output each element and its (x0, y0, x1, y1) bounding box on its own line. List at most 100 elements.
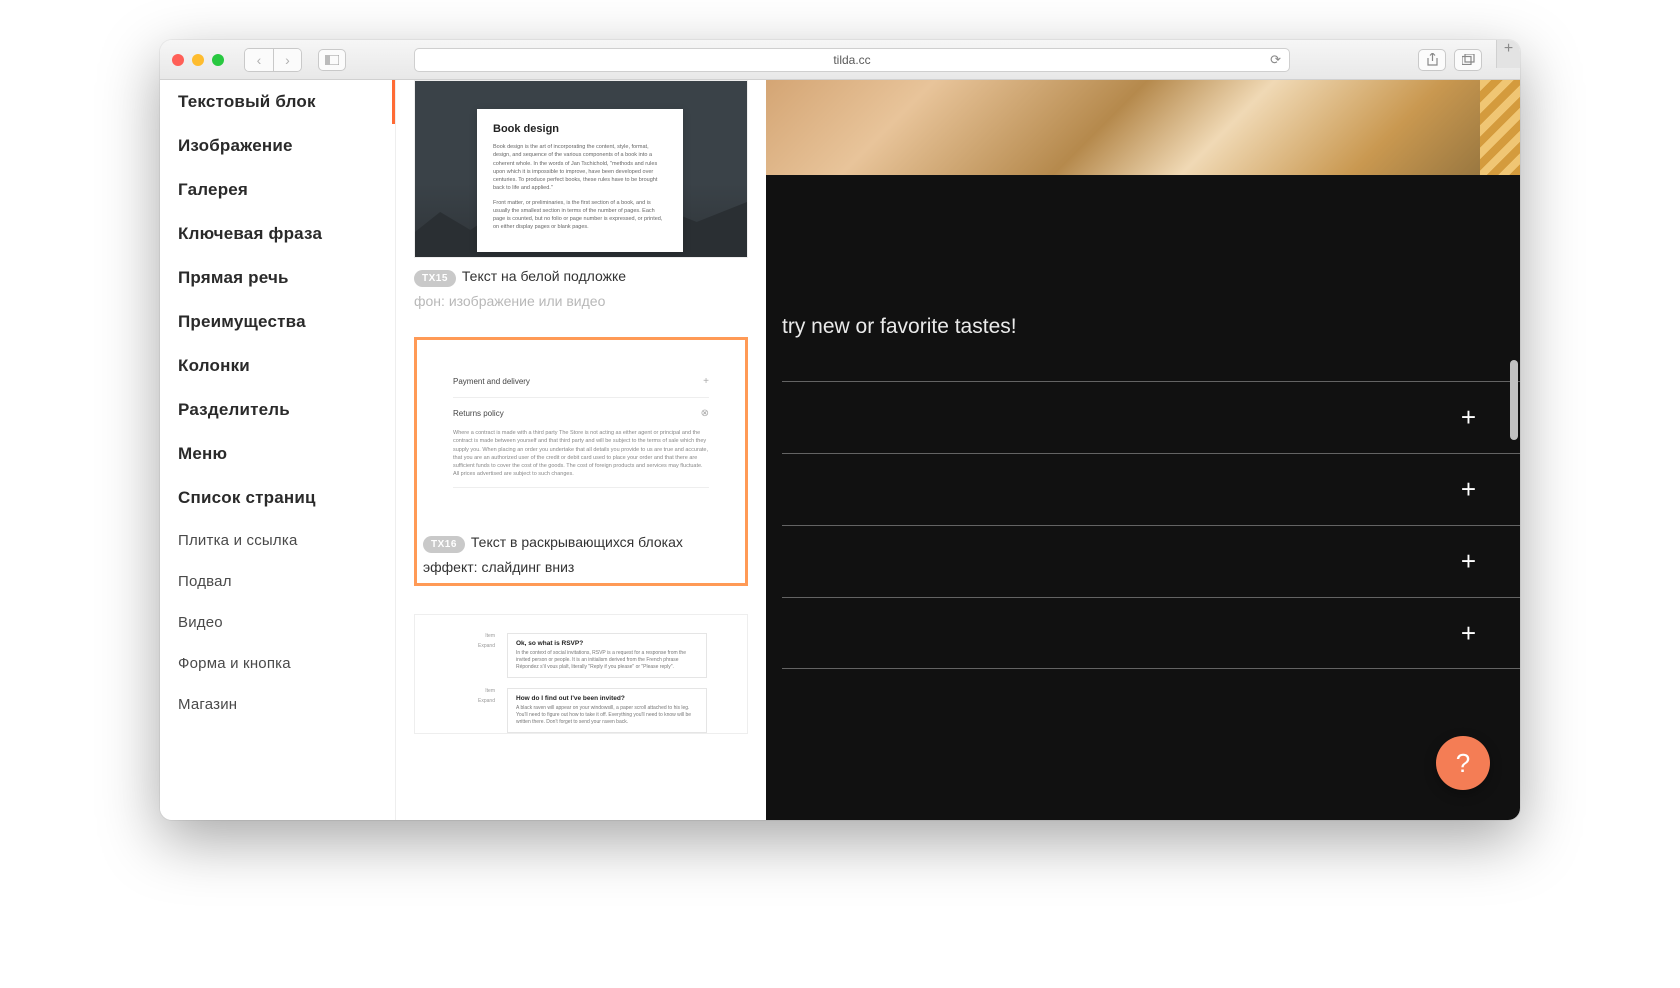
faq-box: How do I find out I've been invited? A b… (507, 688, 707, 733)
plus-icon: + (703, 376, 709, 387)
sidebar-item-direct-speech[interactable]: Прямая речь (160, 256, 395, 300)
maximize-window-button[interactable] (212, 54, 224, 66)
sidebar-item-gallery[interactable]: Галерея (160, 168, 395, 212)
faq-question: Ok, so what is RSVP? (516, 640, 698, 647)
block-label-tx16: TX16 Текст в раскрывающихся блоках эффек… (419, 534, 743, 581)
block-subtitle: эффект: слайдинг вниз (423, 559, 574, 575)
accordion-row: Payment and delivery + (453, 370, 709, 393)
card-paragraph: Book design is the art of incorporating … (493, 143, 667, 193)
faq-label: Expand (478, 643, 495, 649)
block-label-tx15: TX15 Текст на белой подложке фон: изобра… (414, 268, 748, 309)
page-content: try new or favorite tastes! + + + + (766, 175, 1520, 820)
accordion-line[interactable]: + (782, 525, 1520, 597)
hero-stripe (1480, 80, 1520, 175)
sidebar-item-label: Галерея (178, 180, 248, 199)
sidebar-item-label: Форма и кнопка (178, 655, 291, 672)
sidebar-item-video[interactable]: Видео (160, 602, 395, 643)
tagline: try new or favorite tastes! (782, 315, 1520, 339)
browser-window: ‹ › tilda.cc ⟳ + Текстовый блок Изображе… (160, 40, 1520, 820)
minimize-window-button[interactable] (192, 54, 204, 66)
sidebar-item-footer[interactable]: Подвал (160, 561, 395, 602)
page-preview: try new or favorite tastes! + + + + ? (766, 80, 1520, 820)
card-paragraph: Front matter, or preliminaries, is the f… (493, 199, 667, 232)
block-thumb-tx16: Payment and delivery + Returns policy ⊗ … (419, 342, 743, 528)
sidebar-item-label: Колонки (178, 356, 250, 375)
block-code-badge: TX16 (423, 536, 465, 553)
blocks-panel[interactable]: Book design Book design is the art of in… (396, 80, 766, 820)
back-button[interactable]: ‹ (245, 49, 273, 71)
faq-question: How do I find out I've been invited? (516, 695, 698, 702)
sidebar-item-form-button[interactable]: Форма и кнопка (160, 643, 395, 684)
sidebar-item-label: Преимущества (178, 312, 306, 331)
sidebar-item-text-block[interactable]: Текстовый блок (160, 80, 395, 124)
block-thumb-tx17[interactable]: Item Expand Ok, so what is RSVP? In the … (414, 614, 748, 734)
faq-answer: A black raven will appear on your window… (516, 705, 698, 726)
sidebar-item-label: Видео (178, 614, 223, 631)
sidebar-item-key-phrase[interactable]: Ключевая фраза (160, 212, 395, 256)
viewport: Текстовый блок Изображение Галерея Ключе… (160, 80, 1520, 820)
sidebar-item-label: Плитка и ссылка (178, 532, 298, 549)
plus-icon: + (1461, 474, 1476, 505)
sidebar-item-store[interactable]: Магазин (160, 684, 395, 725)
url-bar[interactable]: tilda.cc ⟳ (414, 48, 1290, 72)
accordion-body: Where a contract is made with a third pa… (453, 425, 709, 488)
url-text: tilda.cc (833, 53, 870, 67)
accordion-row-label: Returns policy (453, 409, 504, 418)
plus-icon: + (1461, 546, 1476, 577)
block-code-badge: TX15 (414, 270, 456, 287)
accordion-row-label: Payment and delivery (453, 377, 530, 386)
accordion-line[interactable]: + (782, 381, 1520, 453)
sidebar-item-image[interactable]: Изображение (160, 124, 395, 168)
help-button[interactable]: ? (1436, 736, 1490, 790)
sidebar-item-label: Ключевая фраза (178, 224, 322, 243)
sidebar-item-features[interactable]: Преимущества (160, 300, 395, 344)
toolbar-actions (1418, 49, 1482, 71)
scrollbar-thumb[interactable] (1510, 360, 1518, 440)
sidebar-item-label: Разделитель (178, 400, 290, 419)
block-title: Текст в раскрывающихся блоках (471, 534, 683, 550)
faq-left-labels: Item Expand (455, 688, 495, 733)
faq-left-labels: Item Expand (455, 633, 495, 678)
faq-answer: In the context of social invitations, RS… (516, 650, 698, 671)
window-controls (172, 54, 224, 66)
sidebar-item-label: Меню (178, 444, 227, 463)
new-tab-button[interactable]: + (1496, 40, 1520, 68)
divider (453, 397, 709, 398)
sidebar-item-tile-link[interactable]: Плитка и ссылка (160, 520, 395, 561)
faq-label: Expand (478, 698, 495, 704)
close-window-button[interactable] (172, 54, 184, 66)
plus-icon: + (1461, 402, 1476, 433)
sidebar-item-divider[interactable]: Разделитель (160, 388, 395, 432)
block-title: Текст на белой подложке (462, 268, 626, 284)
faq-item: Item Expand How do I find out I've been … (455, 688, 707, 733)
sidebar-item-label: Список страниц (178, 488, 316, 507)
accordion-row: Returns policy ⊗ (453, 402, 709, 425)
block-tx16-selected[interactable]: Payment and delivery + Returns policy ⊗ … (414, 337, 748, 586)
block-subtitle: фон: изображение или видео (414, 293, 605, 309)
accordion-line[interactable]: + (782, 453, 1520, 525)
share-button[interactable] (1418, 49, 1446, 71)
faq-box: Ok, so what is RSVP? In the context of s… (507, 633, 707, 678)
sidebar-item-columns[interactable]: Колонки (160, 344, 395, 388)
card-title: Book design (493, 123, 667, 135)
sidebar-item-label: Прямая речь (178, 268, 289, 287)
faq-label: Item (485, 633, 495, 639)
block-thumb-tx15[interactable]: Book design Book design is the art of in… (414, 80, 748, 258)
accordion-line[interactable]: + (782, 597, 1520, 669)
white-card: Book design Book design is the art of in… (477, 109, 683, 252)
reload-icon[interactable]: ⟳ (1270, 52, 1281, 68)
sidebar-item-label: Изображение (178, 136, 293, 155)
close-icon: ⊗ (701, 408, 709, 419)
tabs-button[interactable] (1454, 49, 1482, 71)
sidebar-item-label: Текстовый блок (178, 92, 316, 111)
help-icon: ? (1456, 748, 1470, 779)
category-sidebar: Текстовый блок Изображение Галерея Ключе… (160, 80, 396, 820)
faq-label: Item (485, 688, 495, 694)
sidebar-item-menu[interactable]: Меню (160, 432, 395, 476)
sidebar-item-page-list[interactable]: Список страниц (160, 476, 395, 520)
sidebar-item-label: Магазин (178, 696, 237, 713)
titlebar: ‹ › tilda.cc ⟳ + (160, 40, 1520, 80)
sidebar-toggle-button[interactable] (318, 49, 346, 71)
forward-button[interactable]: › (273, 49, 301, 71)
nav-buttons: ‹ › (244, 48, 302, 72)
